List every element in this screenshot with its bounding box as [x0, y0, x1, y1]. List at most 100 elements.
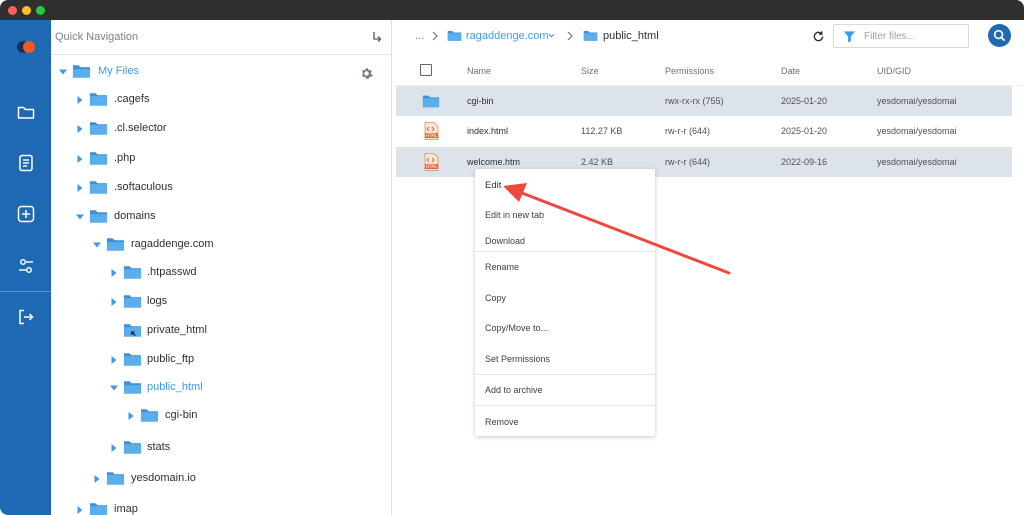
tree-item-label: .htpasswd [147, 266, 197, 278]
caret-right-icon[interactable] [93, 475, 101, 483]
caret-right-icon[interactable] [127, 412, 135, 420]
rail-files-button[interactable] [13, 99, 39, 125]
table-row[interactable]: cgi-bin rwx-rx-rx (755) 2025-01-20 yesdo… [396, 86, 1012, 116]
file-badge: HTML [426, 133, 438, 138]
caret-right-icon[interactable] [76, 155, 84, 163]
search-button[interactable] [988, 24, 1011, 47]
caret-right-icon[interactable] [76, 96, 84, 104]
caret-right-icon[interactable] [76, 184, 84, 192]
caret-right-icon[interactable] [76, 125, 84, 133]
caret-down-icon[interactable] [110, 384, 118, 392]
column-header-name[interactable]: Name [467, 66, 491, 76]
app-logo-icon [17, 41, 35, 53]
file-name: welcome.htm [467, 157, 521, 167]
select-all-checkbox[interactable] [420, 64, 432, 76]
menu-item-remove[interactable]: Remove [485, 417, 519, 427]
file-date: 2025-01-20 [781, 126, 828, 136]
rail-editor-button[interactable] [13, 150, 39, 176]
tree-item[interactable]: logs [51, 290, 391, 316]
plus-square-icon [17, 205, 35, 223]
tree-item[interactable]: .cagefs [51, 88, 391, 114]
tree-item[interactable]: private_html [51, 319, 391, 345]
tree-item[interactable]: .softaculous [51, 176, 391, 202]
folder-icon [89, 93, 108, 106]
minimize-window-button[interactable] [22, 6, 31, 15]
caret-down-icon[interactable] [93, 241, 101, 249]
quick-navigation-title: Quick Navigation [55, 31, 139, 43]
menu-item-edit[interactable]: Edit [485, 180, 501, 191]
menu-item-copy-move[interactable]: Copy/Move to... [485, 323, 548, 333]
caret-down-icon[interactable] [76, 213, 84, 221]
caret-right-icon[interactable] [110, 269, 118, 277]
folder-icon [89, 152, 108, 165]
column-header-permissions[interactable]: Permissions [665, 66, 714, 76]
folder-icon [422, 95, 440, 108]
caret-right-icon[interactable] [76, 506, 84, 514]
enter-arrow-icon[interactable] [371, 30, 383, 44]
rail-settings-button[interactable] [13, 253, 39, 279]
caret-right-icon[interactable] [110, 444, 118, 452]
tree-item-label: cgi-bin [165, 409, 198, 421]
breadcrumb-ellipsis[interactable]: ... [415, 30, 424, 42]
close-window-button[interactable] [8, 6, 17, 15]
tree-item-label: private_html [147, 324, 207, 336]
menu-item-copy[interactable]: Copy [485, 293, 506, 303]
sliders-icon [19, 259, 33, 273]
title-bar [0, 0, 1024, 20]
folder-open-icon [89, 210, 108, 223]
folder-icon [89, 503, 108, 515]
tree-item[interactable]: .php [51, 147, 391, 173]
file-badge: HTML [426, 164, 438, 169]
menu-item-rename[interactable]: Rename [485, 262, 519, 272]
menu-item-edit-new-tab[interactable]: Edit in new tab [485, 210, 544, 220]
breadcrumb-domain[interactable]: ragaddenge.com [466, 30, 549, 42]
filter-input[interactable] [864, 28, 964, 44]
column-header-size[interactable]: Size [581, 66, 599, 76]
chevron-down-icon[interactable] [548, 33, 555, 38]
file-permissions: rwx-rx-rx (755) [665, 96, 724, 106]
table-row[interactable]: HTML index.html 112.27 KB rw-r-r (644) 2… [396, 116, 1012, 146]
tree-item[interactable]: ragaddenge.com [51, 233, 391, 259]
tree-item[interactable]: public_ftp [51, 348, 391, 374]
tree-item[interactable]: domains [51, 205, 391, 231]
tree-item[interactable]: yesdomain.io [51, 467, 391, 493]
tree-item[interactable]: .cl.selector [51, 117, 391, 143]
folder-icon [583, 31, 598, 41]
caret-right-icon[interactable] [110, 356, 118, 364]
menu-item-set-permissions[interactable]: Set Permissions [485, 354, 550, 364]
tree-item-active[interactable]: public_html [51, 376, 391, 402]
tree-item-my-files[interactable]: My Files [51, 60, 391, 86]
column-header-uid[interactable]: UID/GID [877, 66, 911, 76]
file-permissions: rw-r-r (644) [665, 157, 710, 167]
filter-icon [843, 31, 856, 43]
menu-divider [475, 405, 655, 406]
maximize-window-button[interactable] [36, 6, 45, 15]
folder-outline-icon [17, 106, 35, 119]
tree-item[interactable]: stats [51, 436, 391, 462]
caret-right-icon[interactable] [110, 298, 118, 306]
column-header-date[interactable]: Date [781, 66, 800, 76]
folder-open-icon [106, 238, 125, 251]
folder-icon [89, 181, 108, 194]
menu-item-download[interactable]: Download [485, 236, 525, 246]
logout-icon [19, 309, 34, 325]
caret-down-icon[interactable] [59, 68, 67, 76]
folder-icon [123, 266, 142, 279]
rail-logout-button[interactable] [13, 304, 39, 330]
tree-item[interactable]: cgi-bin [51, 404, 391, 430]
tree-item-label: .softaculous [114, 181, 173, 193]
filter-box [833, 24, 969, 48]
folder-icon [447, 31, 462, 41]
tree-item[interactable]: imap [51, 498, 391, 515]
folder-icon [106, 472, 125, 485]
folder-icon [123, 441, 142, 454]
folder-icon [89, 122, 108, 135]
tree-item-label: .php [114, 152, 136, 164]
toolbar: ... ragaddenge.com public_html [392, 20, 1024, 55]
refresh-icon[interactable] [812, 30, 825, 43]
menu-item-add-archive[interactable]: Add to archive [485, 385, 543, 395]
tree-item[interactable]: .htpasswd [51, 261, 391, 287]
rail-create-button[interactable] [13, 201, 39, 227]
menu-divider [475, 374, 655, 375]
tree-item-label: public_ftp [147, 353, 195, 365]
